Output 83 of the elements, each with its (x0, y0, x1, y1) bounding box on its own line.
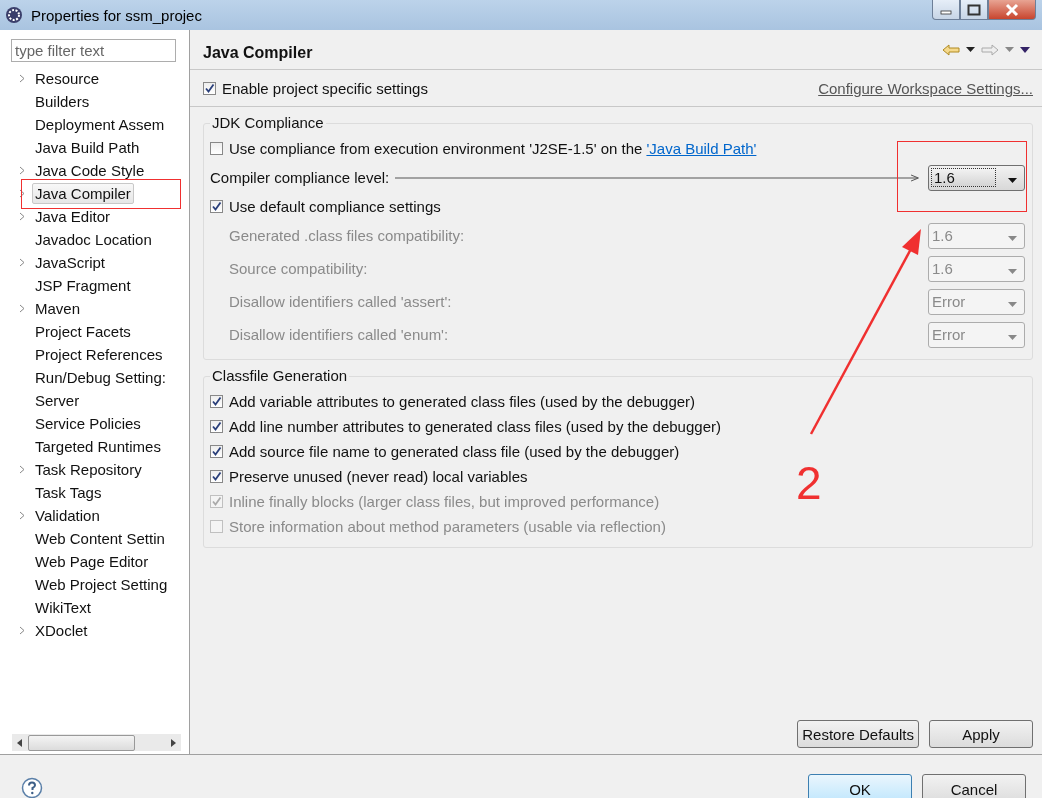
checkbox-label: Add variable attributes to generated class files (used by the debugger) (229, 393, 696, 410)
expand-chevron-icon[interactable] (19, 166, 25, 175)
window-title: Properties for ssm_projec (31, 6, 202, 24)
sidebar-item[interactable]: Task Repository (32, 459, 145, 480)
checkbox[interactable] (210, 470, 223, 483)
help-icon[interactable] (21, 777, 43, 798)
java-build-path-link[interactable]: 'Java Build Path' (646, 140, 757, 157)
sidebar-item[interactable]: XDoclet (32, 620, 91, 641)
sidebar-item[interactable]: Validation (32, 505, 103, 526)
field-label: Source compatibility: (229, 260, 368, 277)
configure-workspace-link[interactable]: Configure Workspace Settings... (818, 79, 1033, 97)
sidebar-item[interactable]: Targeted Runtimes (32, 436, 164, 457)
expand-chevron-icon[interactable] (19, 74, 25, 83)
gear-icon (5, 6, 23, 24)
restore-defaults-button[interactable]: Restore Defaults (797, 720, 919, 748)
sidebar-item[interactable]: Service Policies (32, 413, 144, 434)
checkbox[interactable] (203, 81, 216, 95)
sidebar-item[interactable]: JSP Fragment (32, 275, 134, 296)
apply-button[interactable]: Apply (929, 720, 1033, 748)
dropdown-caret-icon (1008, 236, 1017, 241)
sidebar-item[interactable]: Project Facets (32, 321, 134, 342)
sidebar-item[interactable]: Task Tags (32, 482, 105, 503)
cancel-button[interactable]: Cancel (922, 774, 1026, 798)
checkbox-label: Inline finally blocks (larger class files, but improved performance) (229, 493, 660, 510)
expand-chevron-icon[interactable] (19, 511, 25, 520)
maximize-button[interactable] (960, 0, 988, 20)
filter-field[interactable]: type filter text (11, 39, 176, 62)
dropdown-caret-icon (1008, 335, 1017, 340)
sidebar-item[interactable]: Server (32, 390, 83, 411)
checkbox[interactable] (210, 395, 223, 408)
sidebar-item[interactable]: Builders (32, 91, 93, 112)
sidebar-item[interactable]: WikiText (32, 597, 94, 618)
sidebar-item[interactable]: Java Build Path (32, 137, 143, 158)
sidebar-item[interactable]: JavaScript (32, 252, 109, 273)
dropdown-caret-icon (1008, 269, 1017, 274)
field-label: Disallow identifiers called 'enum': (229, 326, 449, 343)
checkbox-label: Preserve unused (never read) local variables (229, 468, 528, 485)
sidebar-item[interactable]: Java Code Style (32, 160, 148, 181)
sidebar-item[interactable]: Maven (32, 298, 84, 319)
field-label: Compiler compliance level: (210, 169, 390, 186)
sidebar-item[interactable]: Run/Debug Setting: (32, 367, 169, 388)
expand-chevron-icon[interactable] (19, 212, 25, 221)
ok-button[interactable]: OK (808, 774, 912, 798)
dropdown[interactable]: 1.6 (928, 164, 1025, 191)
annotation-number: 2 (796, 460, 822, 506)
checkbox[interactable] (210, 445, 223, 458)
dropdown-caret-icon (1008, 178, 1017, 183)
close-icon (1004, 2, 1020, 17)
checkbox[interactable] (210, 200, 223, 213)
checkbox-label: Store information about method parameters (usable via reflection) (229, 518, 666, 535)
close-button[interactable] (988, 0, 1036, 20)
checkbox[interactable] (210, 420, 223, 433)
checkbox-label: Use default compliance settings (229, 198, 441, 215)
field-label: Generated .class files compatibility: (229, 227, 465, 244)
field-label: Disallow identifiers called 'assert': (229, 293, 452, 310)
expand-chevron-icon[interactable] (19, 189, 25, 198)
sidebar-item[interactable]: Web Project Setting (32, 574, 171, 595)
horizontal-scrollbar[interactable] (12, 734, 181, 751)
view-menu-icon[interactable] (1020, 46, 1030, 53)
expand-chevron-icon[interactable] (19, 304, 25, 313)
dropdown-caret-icon[interactable] (966, 47, 975, 52)
group-title: Classfile Generation (210, 367, 350, 384)
checkbox-label: Add source file name to generated class file (used by the debugger) (229, 443, 680, 460)
sidebar-item[interactable]: Java Editor (32, 206, 114, 227)
checkbox-label: Add line number attributes to generated class files (used by the debugger) (229, 418, 721, 435)
maximize-icon (967, 3, 981, 16)
sidebar-item[interactable]: Java Compiler (32, 183, 134, 204)
sidebar-item[interactable]: Web Page Editor (32, 551, 152, 572)
checkbox-label: Use compliance from execution environment 'J2SE-1.5' on the (229, 140, 643, 157)
back-arrow-icon[interactable] (942, 43, 960, 56)
sidebar-item[interactable]: Web Content Settin (32, 528, 168, 549)
dropdown-caret-icon (1008, 302, 1017, 307)
checkbox-label: Enable project specific settings (222, 79, 428, 97)
checkbox[interactable] (210, 142, 223, 155)
group-title: JDK Compliance (210, 114, 326, 131)
expand-chevron-icon[interactable] (19, 465, 25, 474)
sidebar-item[interactable]: Project References (32, 344, 166, 365)
page-title: Java Compiler (203, 43, 313, 62)
expand-chevron-icon[interactable] (19, 626, 25, 635)
sidebar-item[interactable]: Deployment Assem (32, 114, 168, 135)
expand-chevron-icon[interactable] (19, 258, 25, 267)
sidebar-item[interactable]: Javadoc Location (32, 229, 155, 250)
sidebar-item[interactable]: Resource (32, 68, 103, 89)
